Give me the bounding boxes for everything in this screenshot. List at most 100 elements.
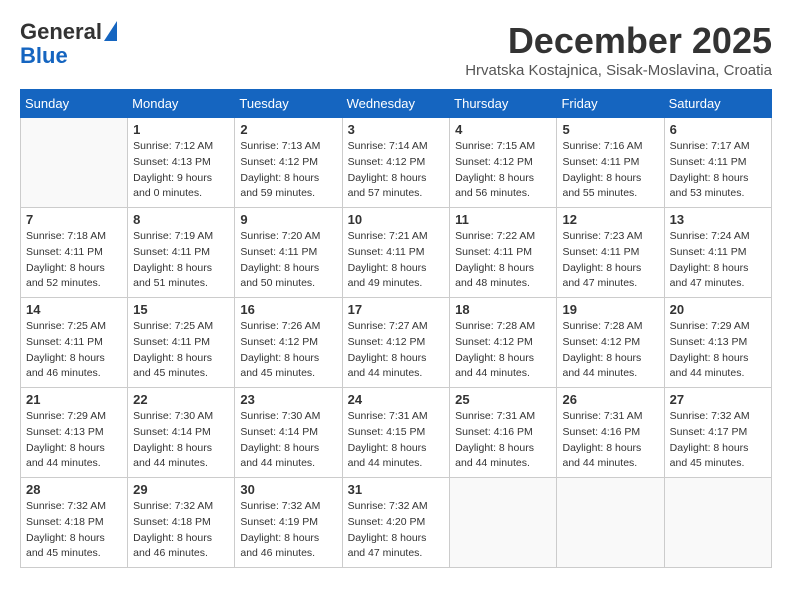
day-number: 26 bbox=[562, 392, 658, 407]
day-number: 23 bbox=[240, 392, 336, 407]
day-number: 20 bbox=[670, 302, 766, 317]
calendar-cell: 22 Sunrise: 7:30 AMSunset: 4:14 PMDayligh… bbox=[128, 388, 235, 478]
calendar-cell: 11 Sunrise: 7:22 AMSunset: 4:11 PMDayligh… bbox=[450, 208, 557, 298]
day-number: 6 bbox=[670, 122, 766, 137]
calendar-cell: 5 Sunrise: 7:16 AMSunset: 4:11 PMDaylight… bbox=[557, 118, 664, 208]
day-info: Sunrise: 7:32 AMSunset: 4:18 PMDaylight:… bbox=[133, 499, 229, 562]
day-info: Sunrise: 7:30 AMSunset: 4:14 PMDaylight:… bbox=[240, 409, 336, 472]
day-number: 13 bbox=[670, 212, 766, 227]
calendar-cell: 23 Sunrise: 7:30 AMSunset: 4:14 PMDayligh… bbox=[235, 388, 342, 478]
calendar-cell bbox=[21, 118, 128, 208]
day-number: 11 bbox=[455, 212, 551, 227]
calendar-table: SundayMondayTuesdayWednesdayThursdayFrid… bbox=[20, 89, 772, 568]
day-number: 31 bbox=[348, 482, 445, 497]
day-info: Sunrise: 7:29 AMSunset: 4:13 PMDaylight:… bbox=[26, 409, 122, 472]
day-number: 2 bbox=[240, 122, 336, 137]
day-info: Sunrise: 7:32 AMSunset: 4:17 PMDaylight:… bbox=[670, 409, 766, 472]
day-number: 7 bbox=[26, 212, 122, 227]
calendar-cell: 10 Sunrise: 7:21 AMSunset: 4:11 PMDayligh… bbox=[342, 208, 450, 298]
day-info: Sunrise: 7:26 AMSunset: 4:12 PMDaylight:… bbox=[240, 319, 336, 382]
column-header-thursday: Thursday bbox=[450, 90, 557, 118]
calendar-cell bbox=[557, 478, 664, 568]
column-header-sunday: Sunday bbox=[21, 90, 128, 118]
day-info: Sunrise: 7:21 AMSunset: 4:11 PMDaylight:… bbox=[348, 229, 445, 292]
calendar-cell: 9 Sunrise: 7:20 AMSunset: 4:11 PMDaylight… bbox=[235, 208, 342, 298]
calendar-cell: 14Sunrise: 7:25 AMSunset: 4:11 PMDayligh… bbox=[21, 298, 128, 388]
day-info: Sunrise: 7:29 AMSunset: 4:13 PMDaylight:… bbox=[670, 319, 766, 382]
calendar-cell: 12 Sunrise: 7:23 AMSunset: 4:11 PMDayligh… bbox=[557, 208, 664, 298]
day-number: 10 bbox=[348, 212, 445, 227]
day-info: Sunrise: 7:30 AMSunset: 4:14 PMDaylight:… bbox=[133, 409, 229, 472]
calendar-cell: 27 Sunrise: 7:32 AMSunset: 4:17 PMDayligh… bbox=[664, 388, 771, 478]
day-info: Sunrise: 7:16 AMSunset: 4:11 PMDaylight:… bbox=[562, 139, 658, 202]
day-number: 17 bbox=[348, 302, 445, 317]
day-number: 21 bbox=[26, 392, 122, 407]
day-number: 9 bbox=[240, 212, 336, 227]
logo: General Blue bbox=[20, 20, 117, 68]
day-info: Sunrise: 7:19 AMSunset: 4:11 PMDaylight:… bbox=[133, 229, 229, 292]
day-number: 5 bbox=[562, 122, 658, 137]
day-info: Sunrise: 7:32 AMSunset: 4:19 PMDaylight:… bbox=[240, 499, 336, 562]
day-info: Sunrise: 7:23 AMSunset: 4:11 PMDaylight:… bbox=[562, 229, 658, 292]
day-info: Sunrise: 7:20 AMSunset: 4:11 PMDaylight:… bbox=[240, 229, 336, 292]
day-number: 3 bbox=[348, 122, 445, 137]
day-info: Sunrise: 7:28 AMSunset: 4:12 PMDaylight:… bbox=[455, 319, 551, 382]
day-number: 1 bbox=[133, 122, 229, 137]
calendar-cell: 24Sunrise: 7:31 AMSunset: 4:15 PMDayligh… bbox=[342, 388, 450, 478]
calendar-cell: 18 Sunrise: 7:28 AMSunset: 4:12 PMDayligh… bbox=[450, 298, 557, 388]
month-title: December 2025 bbox=[465, 20, 772, 62]
calendar-week-3: 14Sunrise: 7:25 AMSunset: 4:11 PMDayligh… bbox=[21, 298, 772, 388]
day-info: Sunrise: 7:31 AMSunset: 4:16 PMDaylight:… bbox=[455, 409, 551, 472]
calendar-cell bbox=[450, 478, 557, 568]
calendar-week-2: 7 Sunrise: 7:18 AMSunset: 4:11 PMDaylight… bbox=[21, 208, 772, 298]
calendar-week-4: 21 Sunrise: 7:29 AMSunset: 4:13 PMDayligh… bbox=[21, 388, 772, 478]
column-header-tuesday: Tuesday bbox=[235, 90, 342, 118]
day-number: 4 bbox=[455, 122, 551, 137]
day-number: 25 bbox=[455, 392, 551, 407]
calendar-cell: 6 Sunrise: 7:17 AMSunset: 4:11 PMDaylight… bbox=[664, 118, 771, 208]
calendar-cell: 3 Sunrise: 7:14 AMSunset: 4:12 PMDaylight… bbox=[342, 118, 450, 208]
calendar-cell: 13 Sunrise: 7:24 AMSunset: 4:11 PMDayligh… bbox=[664, 208, 771, 298]
day-info: Sunrise: 7:31 AMSunset: 4:16 PMDaylight:… bbox=[562, 409, 658, 472]
day-info: Sunrise: 7:32 AMSunset: 4:20 PMDaylight:… bbox=[348, 499, 445, 562]
day-info: Sunrise: 7:28 AMSunset: 4:12 PMDaylight:… bbox=[562, 319, 658, 382]
calendar-cell: 30Sunrise: 7:32 AMSunset: 4:19 PMDayligh… bbox=[235, 478, 342, 568]
day-info: Sunrise: 7:31 AMSunset: 4:15 PMDaylight:… bbox=[348, 409, 445, 472]
day-number: 8 bbox=[133, 212, 229, 227]
day-info: Sunrise: 7:22 AMSunset: 4:11 PMDaylight:… bbox=[455, 229, 551, 292]
calendar-cell: 17 Sunrise: 7:27 AMSunset: 4:12 PMDayligh… bbox=[342, 298, 450, 388]
day-info: Sunrise: 7:17 AMSunset: 4:11 PMDaylight:… bbox=[670, 139, 766, 202]
location-subtitle: Hrvatska Kostajnica, Sisak-Moslavina, Cr… bbox=[465, 62, 772, 79]
day-info: Sunrise: 7:18 AMSunset: 4:11 PMDaylight:… bbox=[26, 229, 122, 292]
calendar-cell: 4 Sunrise: 7:15 AMSunset: 4:12 PMDaylight… bbox=[450, 118, 557, 208]
column-header-wednesday: Wednesday bbox=[342, 90, 450, 118]
logo-blue: Blue bbox=[20, 43, 68, 68]
day-number: 15 bbox=[133, 302, 229, 317]
column-header-saturday: Saturday bbox=[664, 90, 771, 118]
day-info: Sunrise: 7:24 AMSunset: 4:11 PMDaylight:… bbox=[670, 229, 766, 292]
calendar-cell: 7 Sunrise: 7:18 AMSunset: 4:11 PMDaylight… bbox=[21, 208, 128, 298]
day-number: 18 bbox=[455, 302, 551, 317]
calendar-cell: 1Sunrise: 7:12 AMSunset: 4:13 PMDaylight… bbox=[128, 118, 235, 208]
column-header-monday: Monday bbox=[128, 90, 235, 118]
calendar-cell: 20 Sunrise: 7:29 AMSunset: 4:13 PMDayligh… bbox=[664, 298, 771, 388]
calendar-cell: 21 Sunrise: 7:29 AMSunset: 4:13 PMDayligh… bbox=[21, 388, 128, 478]
calendar-cell: 28Sunrise: 7:32 AMSunset: 4:18 PMDayligh… bbox=[21, 478, 128, 568]
calendar-cell: 31 Sunrise: 7:32 AMSunset: 4:20 PMDayligh… bbox=[342, 478, 450, 568]
day-info: Sunrise: 7:13 AMSunset: 4:12 PMDaylight:… bbox=[240, 139, 336, 202]
day-number: 28 bbox=[26, 482, 122, 497]
calendar-cell: 8 Sunrise: 7:19 AMSunset: 4:11 PMDaylight… bbox=[128, 208, 235, 298]
day-number: 27 bbox=[670, 392, 766, 407]
calendar-cell: 15Sunrise: 7:25 AMSunset: 4:11 PMDayligh… bbox=[128, 298, 235, 388]
column-header-friday: Friday bbox=[557, 90, 664, 118]
day-number: 29 bbox=[133, 482, 229, 497]
logo-text: General Blue bbox=[20, 20, 117, 68]
day-number: 22 bbox=[133, 392, 229, 407]
day-info: Sunrise: 7:15 AMSunset: 4:12 PMDaylight:… bbox=[455, 139, 551, 202]
day-number: 19 bbox=[562, 302, 658, 317]
day-info: Sunrise: 7:27 AMSunset: 4:12 PMDaylight:… bbox=[348, 319, 445, 382]
day-info: Sunrise: 7:14 AMSunset: 4:12 PMDaylight:… bbox=[348, 139, 445, 202]
title-area: December 2025 Hrvatska Kostajnica, Sisak… bbox=[465, 20, 772, 79]
day-number: 16 bbox=[240, 302, 336, 317]
day-number: 12 bbox=[562, 212, 658, 227]
